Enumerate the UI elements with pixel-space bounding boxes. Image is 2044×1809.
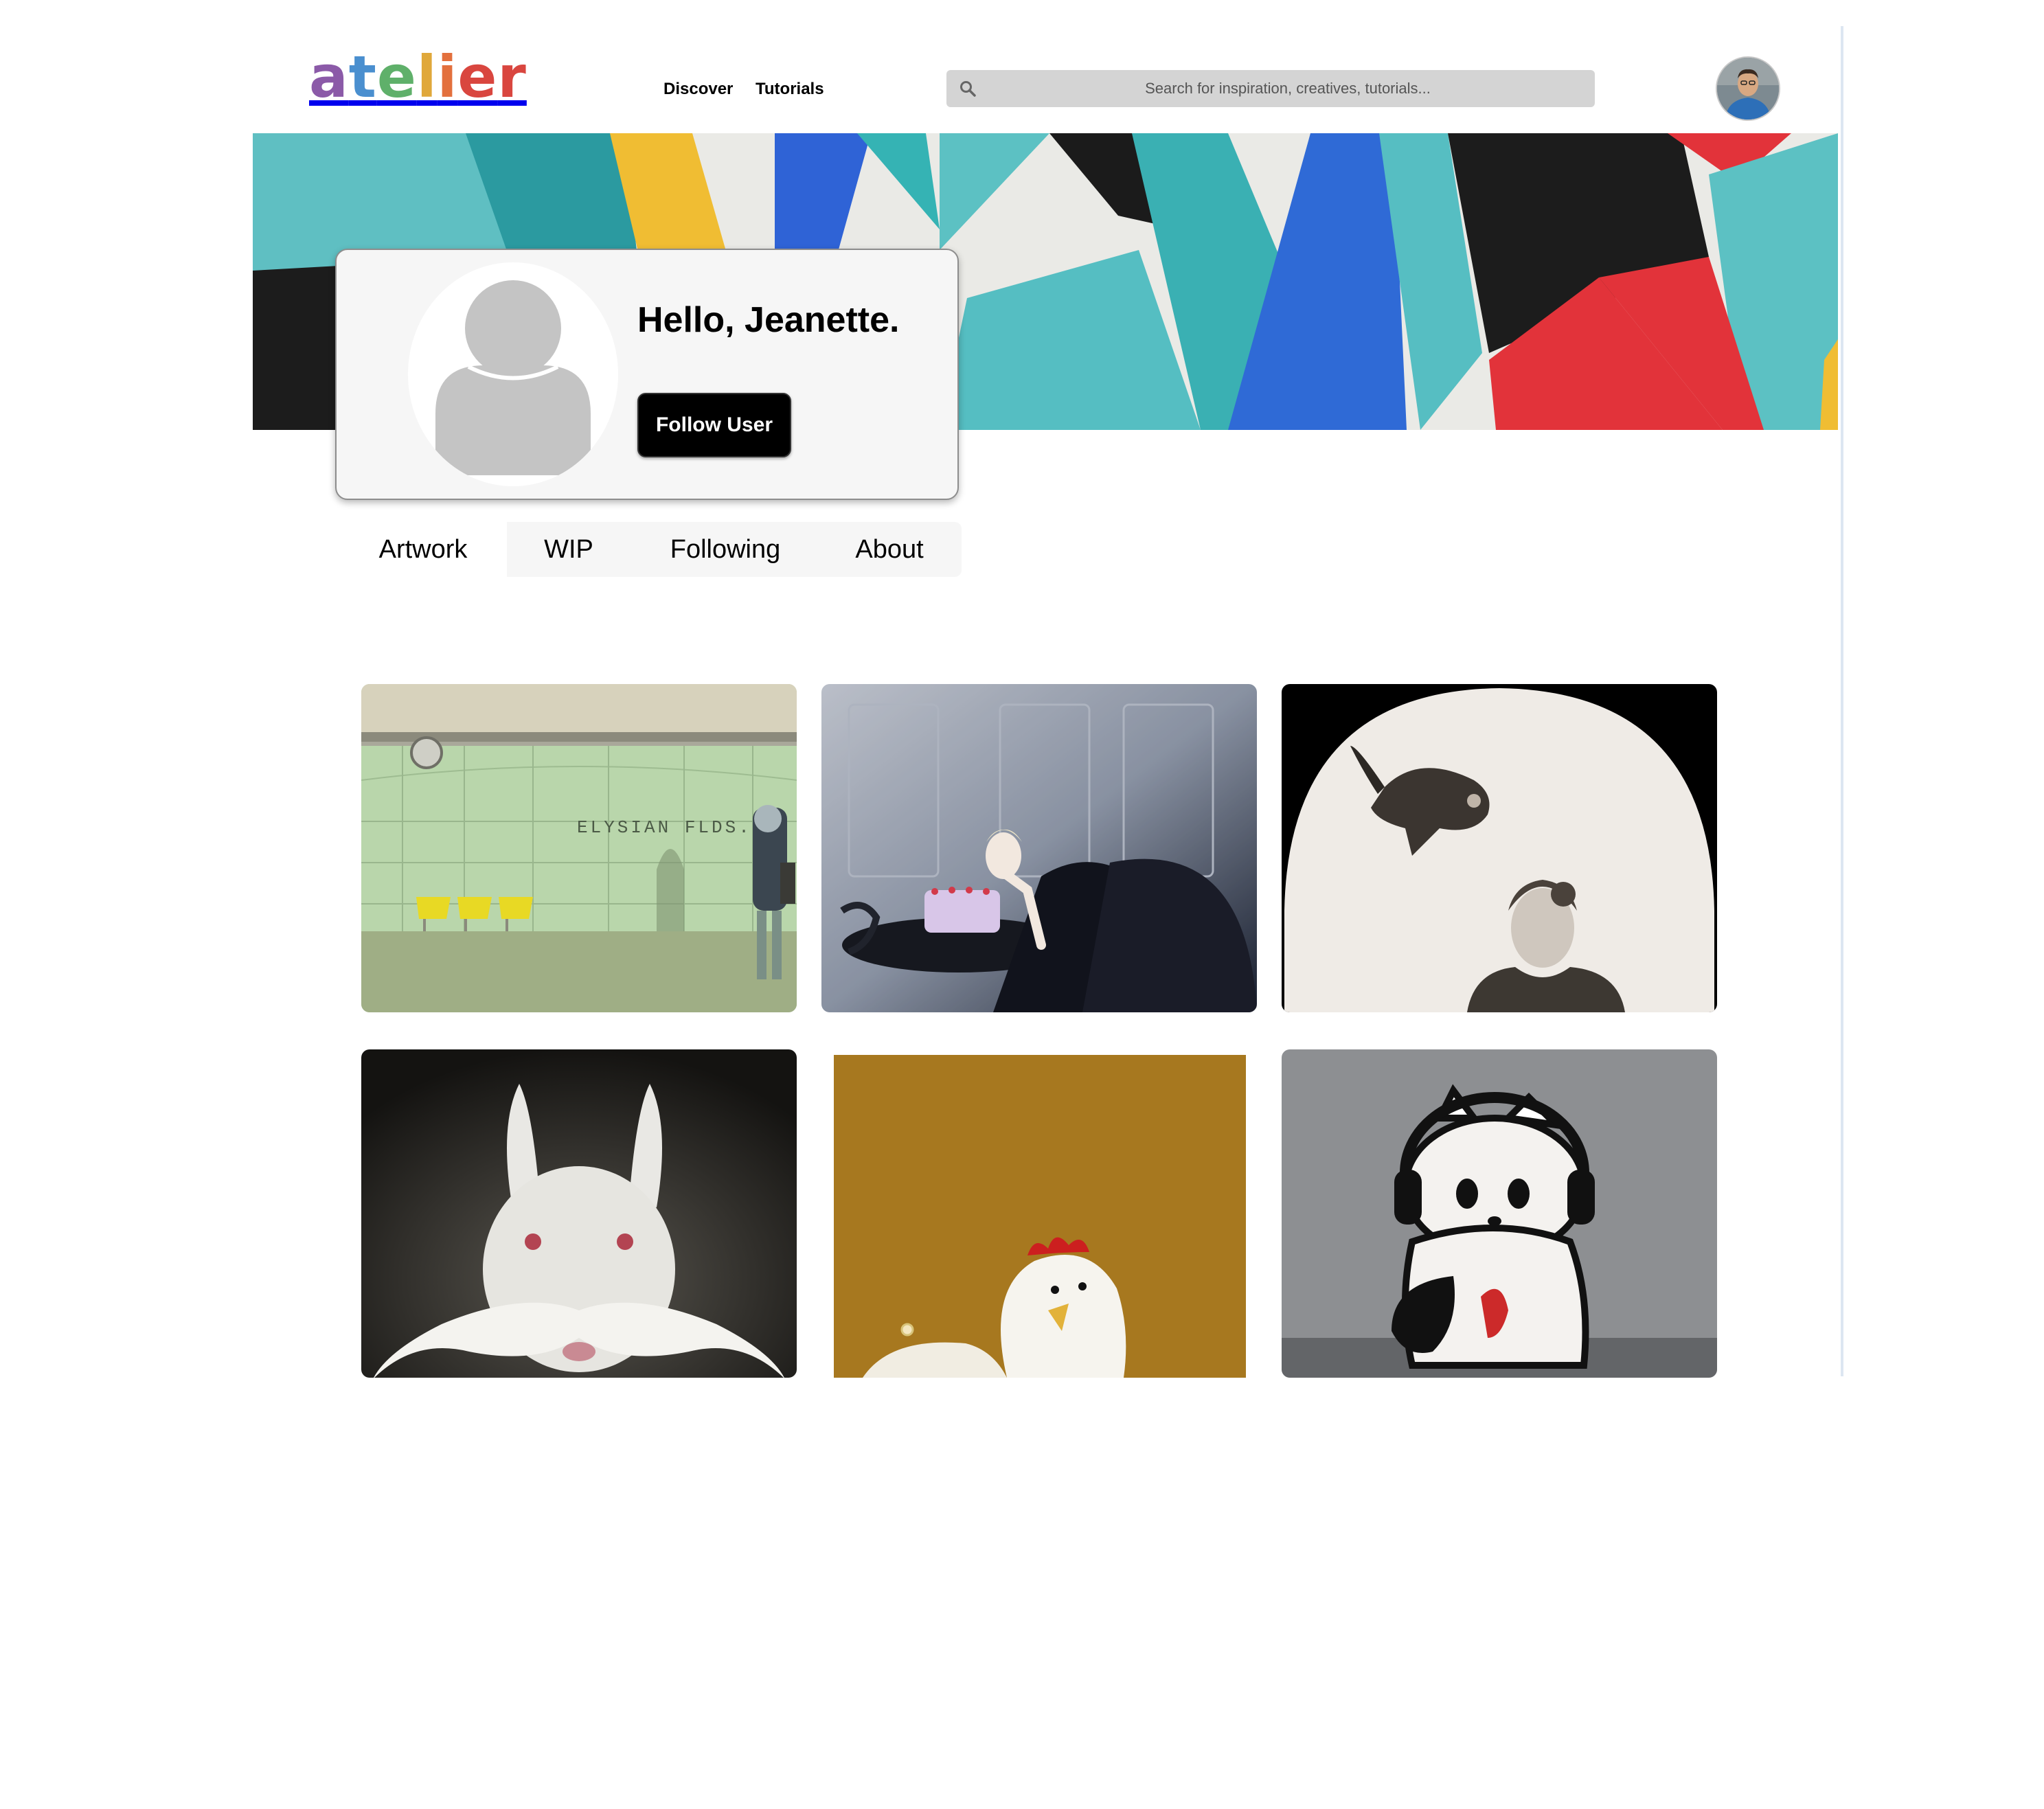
artwork-tile[interactable] [821, 1049, 1257, 1378]
logo-letter: e [376, 43, 417, 111]
tab-following[interactable]: Following [652, 522, 798, 577]
artwork-tile[interactable] [821, 684, 1257, 1012]
artwork-mustache-rabbit [361, 1049, 797, 1378]
tab-about[interactable]: About [835, 522, 944, 577]
tab-wip[interactable]: WIP [525, 522, 613, 577]
logo-letter: a [309, 43, 349, 111]
nav-tutorials[interactable]: Tutorials [756, 80, 824, 99]
artwork-goldfish-portrait [1282, 684, 1717, 1012]
artwork-subway [361, 684, 797, 1012]
subway-sign: ELYSIAN FLDS. [577, 817, 752, 838]
logo-letter: r [497, 43, 527, 111]
artwork-birthday-girl [821, 684, 1257, 1012]
tab-artwork[interactable]: Artwork [367, 522, 479, 577]
profile-card: Hello, Jeanette. Follow User [335, 249, 959, 500]
artwork-tile[interactable] [1282, 684, 1717, 1012]
follow-user-button[interactable]: Follow User [637, 393, 791, 457]
artwork-tile[interactable] [1282, 1049, 1717, 1378]
user-photo [1717, 58, 1779, 120]
nav-discover[interactable]: Discover [663, 80, 733, 99]
profile-picture [408, 262, 618, 486]
search-icon[interactable] [959, 80, 977, 98]
user-silhouette-icon [435, 280, 591, 475]
profile-greeting: Hello, Jeanette. [637, 300, 900, 340]
search-bar [946, 70, 1595, 107]
artwork-tile[interactable]: ELYSIAN FLDS. [361, 684, 797, 1012]
user-avatar[interactable] [1717, 58, 1779, 120]
search-input[interactable] [988, 70, 1588, 107]
logo-letter: t [348, 43, 377, 111]
artwork-chicken [821, 1049, 1257, 1378]
logo-letter: i [437, 43, 458, 111]
logo-letter: l [416, 43, 438, 111]
artwork-panda-headphones [1282, 1049, 1717, 1378]
page-divider [1841, 26, 1843, 1376]
logo-letter: e [457, 43, 498, 111]
artwork-tile[interactable] [361, 1049, 797, 1378]
atelier-logo[interactable]: atelier [309, 48, 527, 106]
